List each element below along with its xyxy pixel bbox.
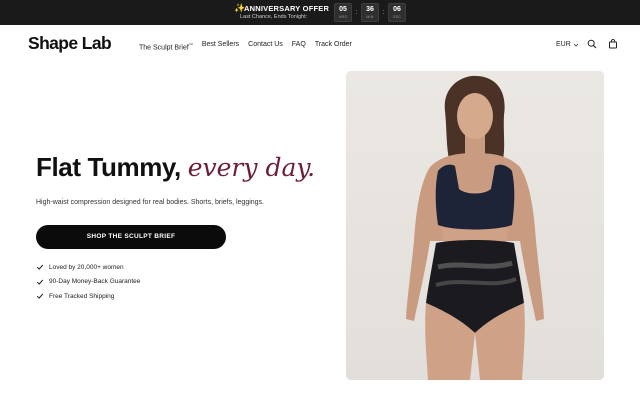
check-icon xyxy=(36,293,44,299)
shopping-bag-icon[interactable] xyxy=(608,39,618,49)
site-header: Shape Lab The Sculpt Brief™ Best Sellers… xyxy=(0,25,640,65)
check-icon xyxy=(36,279,44,285)
nav-faq[interactable]: FAQ xyxy=(292,40,306,52)
main-nav: The Sculpt Brief™ Best Sellers Contact U… xyxy=(139,40,352,52)
nav-best-sellers[interactable]: Best Sellers xyxy=(202,40,239,52)
site-logo[interactable]: Shape Lab xyxy=(28,33,112,54)
perk-item: Loved by 20,000+ women xyxy=(36,260,140,275)
perk-item: 90-Day Money-Back Guarantee xyxy=(36,275,140,290)
announcement-bar: ✨ ANNIVERSARY OFFER Last Chance, Ends To… xyxy=(0,0,640,25)
nav-sculpt-brief[interactable]: The Sculpt Brief™ xyxy=(139,40,193,52)
timer-minutes: 36 MIN xyxy=(361,3,379,22)
hero-title: Flat Tummy, every day. xyxy=(36,152,315,183)
nav-track-order[interactable]: Track Order xyxy=(315,40,352,52)
currency-label: EUR xyxy=(556,41,571,48)
model-illustration xyxy=(346,71,604,380)
timer-hours: 05 HRS xyxy=(334,3,352,22)
perks-list: Loved by 20,000+ women 90-Day Money-Back… xyxy=(36,260,140,304)
currency-selector[interactable]: EUR xyxy=(556,40,579,49)
search-icon[interactable] xyxy=(587,39,597,49)
timer-seconds: 06 SEC xyxy=(388,3,406,22)
hero-title-main: Flat Tummy, xyxy=(36,152,181,182)
perk-item: Free Tracked Shipping xyxy=(36,289,140,304)
chevron-down-icon xyxy=(573,43,579,47)
nav-contact-us[interactable]: Contact Us xyxy=(248,40,283,52)
countdown-timer: 05 HRS : 36 MIN : 06 SEC xyxy=(334,3,406,22)
hero-subtitle: High-waist compression designed for real… xyxy=(36,199,265,206)
offer-title: ANNIVERSARY OFFER xyxy=(244,4,330,13)
hero-product-image xyxy=(346,71,604,380)
timer-separator: : xyxy=(355,9,358,16)
check-icon xyxy=(36,264,44,270)
timer-separator: : xyxy=(382,9,385,16)
offer-subtitle: Last Chance, Ends Tonight: xyxy=(240,14,308,20)
shop-sculpt-brief-button[interactable]: SHOP THE SCULPT BRIEF xyxy=(36,225,226,249)
hero-title-accent: every day. xyxy=(187,153,316,182)
